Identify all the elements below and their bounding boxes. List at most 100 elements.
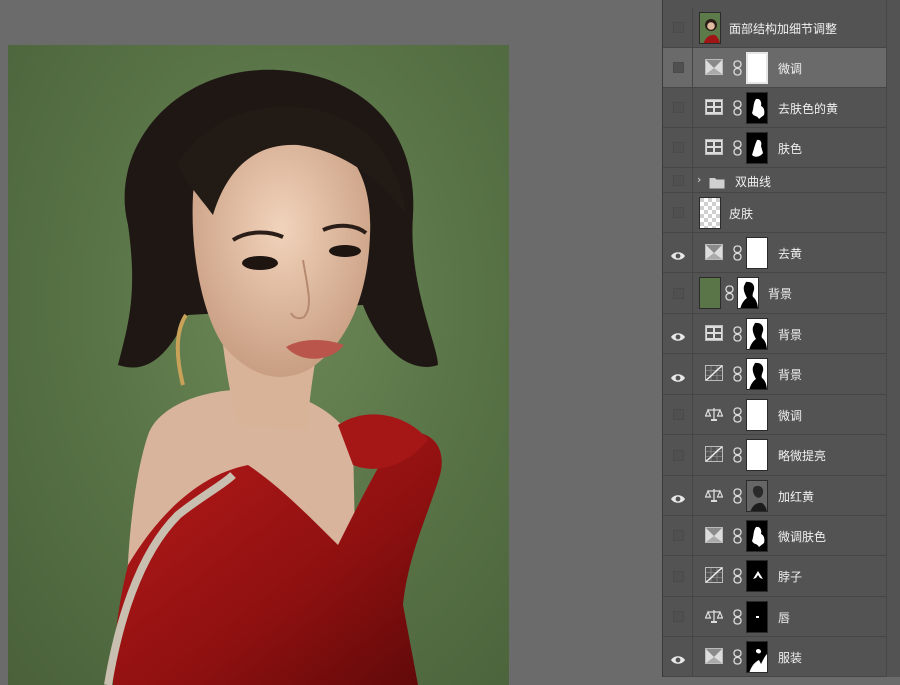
hidden-visibility-box[interactable] bbox=[673, 175, 684, 186]
visibility-toggle[interactable] bbox=[663, 8, 693, 47]
layer-mask-thumbnail[interactable] bbox=[746, 132, 768, 164]
hidden-visibility-box[interactable] bbox=[673, 207, 684, 218]
visibility-toggle[interactable] bbox=[663, 556, 693, 596]
layer-row[interactable]: 皮肤 bbox=[663, 193, 886, 233]
link-chain-icon[interactable] bbox=[733, 488, 742, 504]
layer-mask-thumbnail[interactable] bbox=[746, 92, 768, 124]
layer-mask-thumbnail[interactable] bbox=[746, 52, 768, 84]
hidden-visibility-box[interactable] bbox=[673, 22, 684, 33]
hue-saturation-icon[interactable] bbox=[705, 648, 723, 664]
hidden-visibility-box[interactable] bbox=[673, 142, 684, 153]
hidden-visibility-box[interactable] bbox=[673, 571, 684, 582]
visibility-toggle[interactable] bbox=[663, 88, 693, 127]
layer-row[interactable]: 背景 bbox=[663, 273, 886, 314]
layer-mask-thumbnail[interactable] bbox=[746, 601, 768, 633]
hidden-visibility-box[interactable] bbox=[673, 611, 684, 622]
curves-icon[interactable] bbox=[705, 365, 723, 381]
color-balance-icon[interactable] bbox=[704, 608, 724, 624]
layer-row[interactable]: 微调肤色 bbox=[663, 516, 886, 556]
visibility-toggle[interactable] bbox=[663, 516, 693, 555]
layer-row[interactable]: 服装 bbox=[663, 637, 886, 677]
link-chain-icon[interactable] bbox=[733, 140, 742, 156]
layer-row[interactable]: › 双曲线 bbox=[663, 168, 886, 193]
visibility-toggle[interactable] bbox=[663, 233, 693, 272]
curves-icon[interactable] bbox=[705, 567, 723, 583]
layer-mask-thumbnail[interactable] bbox=[746, 237, 768, 269]
layer-mask-thumbnail[interactable] bbox=[746, 399, 768, 431]
layer-mask-thumbnail[interactable] bbox=[746, 641, 768, 673]
link-chain-icon[interactable] bbox=[733, 326, 742, 342]
selective-color-icon[interactable] bbox=[705, 139, 723, 155]
hidden-visibility-box[interactable] bbox=[673, 102, 684, 113]
visibility-toggle[interactable] bbox=[663, 597, 693, 636]
hidden-visibility-box[interactable] bbox=[673, 409, 684, 420]
hidden-visibility-box[interactable] bbox=[673, 530, 684, 541]
hidden-visibility-box[interactable] bbox=[673, 62, 684, 73]
layer-row[interactable]: 唇 bbox=[663, 597, 886, 637]
layer-row[interactable]: 脖子 bbox=[663, 556, 886, 597]
link-chain-icon[interactable] bbox=[733, 245, 742, 261]
visibility-toggle[interactable] bbox=[663, 193, 693, 232]
layer-mask-thumbnail[interactable] bbox=[746, 480, 768, 512]
link-chain-icon[interactable] bbox=[733, 609, 742, 625]
link-chain-icon[interactable] bbox=[733, 60, 742, 76]
layer-row[interactable]: 略微提亮 bbox=[663, 435, 886, 476]
layer-mask-thumbnail[interactable] bbox=[737, 277, 759, 309]
link-chain-icon[interactable] bbox=[733, 568, 742, 584]
selective-color-icon[interactable] bbox=[705, 99, 723, 115]
link-chain-icon[interactable] bbox=[733, 366, 742, 382]
link-chain-icon[interactable] bbox=[733, 447, 742, 463]
expand-group-icon[interactable]: › bbox=[697, 173, 701, 186]
color-balance-icon[interactable] bbox=[704, 406, 724, 422]
layer-name: 面部结构加细节调整 bbox=[729, 22, 838, 36]
layer-thumbnail[interactable] bbox=[699, 197, 721, 229]
selective-color-icon[interactable] bbox=[705, 325, 723, 341]
layer-row[interactable]: 去肤色的黄 bbox=[663, 88, 886, 128]
visibility-toggle[interactable] bbox=[663, 273, 693, 313]
hidden-visibility-box[interactable] bbox=[673, 288, 684, 299]
layer-mask-thumbnail[interactable] bbox=[746, 318, 768, 350]
link-chain-icon[interactable] bbox=[733, 528, 742, 544]
layer-row[interactable]: 面部结构加细节调整 bbox=[663, 8, 886, 48]
color-balance-icon[interactable] bbox=[704, 487, 724, 503]
eye-icon[interactable] bbox=[670, 369, 686, 388]
layer-row[interactable]: 背景 bbox=[663, 314, 886, 354]
link-chain-icon[interactable] bbox=[725, 285, 734, 301]
fill-thumbnail[interactable] bbox=[699, 277, 721, 309]
layer-thumbnail[interactable] bbox=[699, 12, 721, 44]
layer-mask-thumbnail[interactable] bbox=[746, 520, 768, 552]
portrait-photo[interactable] bbox=[8, 45, 509, 685]
layer-mask-thumbnail[interactable] bbox=[746, 560, 768, 592]
layer-row[interactable]: 去黄 bbox=[663, 233, 886, 273]
layer-mask-thumbnail[interactable] bbox=[746, 439, 768, 471]
layer-row[interactable]: 微调 bbox=[663, 48, 886, 88]
layer-row[interactable]: 背景 bbox=[663, 354, 886, 395]
hidden-visibility-box[interactable] bbox=[673, 450, 684, 461]
layer-mask-thumbnail[interactable] bbox=[746, 358, 768, 390]
visibility-toggle[interactable] bbox=[663, 476, 693, 515]
visibility-toggle[interactable] bbox=[663, 395, 693, 434]
visibility-toggle[interactable] bbox=[663, 128, 693, 167]
eye-icon[interactable] bbox=[670, 247, 686, 266]
visibility-toggle[interactable] bbox=[663, 435, 693, 475]
link-chain-icon[interactable] bbox=[733, 649, 742, 665]
layer-row[interactable]: 肤色 bbox=[663, 128, 886, 168]
document-canvas[interactable] bbox=[0, 0, 660, 685]
visibility-toggle[interactable] bbox=[663, 314, 693, 353]
hue-saturation-icon[interactable] bbox=[705, 244, 723, 260]
layer-row[interactable]: 微调 bbox=[663, 395, 886, 435]
visibility-toggle[interactable] bbox=[663, 354, 693, 394]
visibility-toggle[interactable] bbox=[663, 48, 693, 87]
layer-row[interactable]: 加红黄 bbox=[663, 476, 886, 516]
visibility-toggle[interactable] bbox=[663, 168, 693, 192]
link-chain-icon[interactable] bbox=[733, 407, 742, 423]
eye-icon[interactable] bbox=[670, 651, 686, 670]
hue-saturation-icon[interactable] bbox=[705, 59, 723, 75]
visibility-toggle[interactable] bbox=[663, 637, 693, 676]
link-chain-icon[interactable] bbox=[733, 100, 742, 116]
eye-icon[interactable] bbox=[670, 328, 686, 347]
eye-icon[interactable] bbox=[670, 490, 686, 509]
layers-scrollbar[interactable] bbox=[886, 0, 900, 677]
curves-icon[interactable] bbox=[705, 446, 723, 462]
hue-saturation-icon[interactable] bbox=[705, 527, 723, 543]
